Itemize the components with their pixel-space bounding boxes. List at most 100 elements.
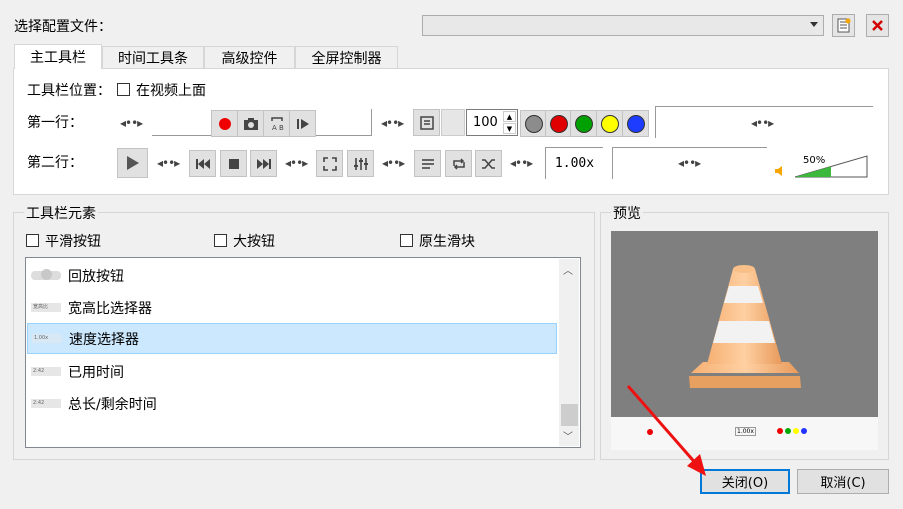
- blue-circle-icon: [801, 428, 807, 434]
- list-scrollbar[interactable]: ︿ ﹀: [559, 259, 579, 446]
- yellow-circle-icon: [793, 428, 799, 434]
- chevron-down-icon[interactable]: ﹀: [563, 428, 573, 443]
- camera-icon: [243, 117, 258, 130]
- playlist-button[interactable]: [413, 109, 440, 136]
- speed-selector[interactable]: 1.00x: [545, 147, 603, 179]
- green-circle-icon: [574, 114, 593, 133]
- list-item-label: 总长/剩余时间: [68, 396, 157, 413]
- green-circle-icon: [785, 428, 791, 434]
- tab-label: 高级控件: [221, 50, 278, 67]
- record-button[interactable]: [211, 110, 238, 137]
- spacer-icon[interactable]: ◂••▸: [382, 156, 405, 170]
- loop-button[interactable]: [445, 150, 472, 177]
- list-item-label: 宽高比选择器: [68, 300, 152, 317]
- shuffle-icon: [481, 158, 495, 169]
- seek-thumb-icon: [31, 269, 61, 280]
- equalizer-icon: [353, 157, 368, 170]
- delete-profile-button[interactable]: [866, 14, 889, 37]
- list-item[interactable]: 1.00x 速度选择器: [27, 323, 557, 354]
- repeat-icon: [452, 157, 465, 170]
- tab-label: 全屏控制器: [311, 50, 382, 67]
- list-icon: [421, 158, 434, 169]
- profile-label: 选择配置文件：: [14, 19, 112, 35]
- tab-main-toolbar[interactable]: 主工具栏: [14, 44, 102, 69]
- green-button[interactable]: [570, 110, 597, 137]
- play-icon: [126, 156, 139, 170]
- snapshot-button[interactable]: [237, 110, 264, 137]
- list-item-label: 回放按钮: [68, 268, 124, 285]
- preview-mini-speed: 1.00x: [735, 427, 756, 436]
- speed-thumb: 1.00x: [32, 334, 62, 343]
- shuffle-button[interactable]: [475, 150, 502, 177]
- tab-fullscreen-controller[interactable]: 全屏控制器: [295, 46, 398, 68]
- smooth-buttons-checkbox[interactable]: [26, 234, 39, 247]
- chevron-up-icon[interactable]: ︿: [563, 262, 573, 277]
- skip-back-icon: [195, 158, 210, 169]
- frame-by-frame-button[interactable]: [289, 110, 316, 137]
- big-buttons-checkbox[interactable]: [214, 234, 227, 247]
- fullscreen-button[interactable]: [316, 150, 343, 177]
- native-slider-label: 原生滑块: [419, 234, 475, 250]
- above-video-checkbox[interactable]: [117, 83, 130, 96]
- toolbar-elements-list[interactable]: 回放按钮 宽高比 宽高比选择器 1.00x 速度选择器 2:42 已用时间 2:…: [25, 257, 581, 448]
- tab-advanced-controls[interactable]: 高级控件: [204, 46, 295, 68]
- list-item[interactable]: 2:42 总长/剩余时间: [27, 388, 557, 419]
- spin-down-icon[interactable]: ▼: [503, 123, 516, 134]
- speed-value: 1.00x: [554, 156, 595, 171]
- expand-spacer-icon[interactable]: ◂••▸: [751, 116, 774, 130]
- playlist-toggle-button[interactable]: [414, 150, 441, 177]
- elapsed-time-thumb: 2:42: [31, 367, 61, 376]
- frame-step-icon: [296, 118, 309, 129]
- expand-spacer-icon[interactable]: ◂••▸: [120, 116, 143, 130]
- spacer-icon[interactable]: ◂••▸: [285, 156, 308, 170]
- stop-button[interactable]: [220, 150, 247, 177]
- blue-button[interactable]: [622, 110, 649, 137]
- list-item[interactable]: 宽高比 宽高比选择器: [27, 292, 557, 323]
- cancel-button[interactable]: 取消(C): [797, 469, 889, 494]
- total-time-thumb: 2:42: [31, 399, 61, 408]
- stop-icon: [228, 158, 239, 169]
- ab-loop-icon: A B: [270, 116, 284, 132]
- play-button[interactable]: [117, 148, 148, 178]
- list-item-label: 已用时间: [68, 364, 124, 381]
- spacer-icon[interactable]: ◂••▸: [157, 156, 180, 170]
- ab-loop-button[interactable]: A B: [263, 110, 290, 137]
- extended-settings-button[interactable]: [347, 150, 374, 177]
- document-list-icon: [837, 18, 851, 33]
- native-slider-checkbox[interactable]: [400, 234, 413, 247]
- empty-slot[interactable]: [441, 109, 465, 136]
- spin-up-icon[interactable]: ▲: [503, 111, 516, 122]
- spinbox-value: 100: [473, 115, 498, 130]
- expand-spacer-icon[interactable]: ◂••▸: [381, 116, 404, 130]
- new-profile-button[interactable]: [832, 14, 855, 37]
- blue-circle-icon: [626, 114, 645, 133]
- volume-spinbox[interactable]: 100 ▲ ▼: [466, 109, 518, 136]
- list-item[interactable]: 2:42 已用时间: [27, 356, 557, 387]
- row2-label: 第二行：: [27, 155, 83, 171]
- next-button[interactable]: [250, 150, 277, 177]
- gray-button[interactable]: [520, 110, 547, 137]
- toolbar-position-label: 工具栏位置：: [27, 83, 111, 99]
- gray-circle-icon: [524, 114, 543, 133]
- scrollbar-thumb[interactable]: [561, 404, 578, 426]
- yellow-button[interactable]: [596, 110, 623, 137]
- close-button-label: 关闭(O): [721, 476, 769, 491]
- red-button[interactable]: [545, 110, 572, 137]
- list-item[interactable]: 回放按钮: [27, 260, 557, 291]
- tab-label: 时间工具条: [118, 50, 188, 67]
- fullscreen-icon: [322, 156, 337, 171]
- tab-label: 主工具栏: [30, 50, 86, 66]
- aspect-ratio-thumb: 宽高比: [31, 303, 61, 312]
- chevron-down-icon: [810, 22, 818, 27]
- record-icon: [218, 117, 231, 130]
- tab-time-toolbar[interactable]: 时间工具条: [102, 46, 204, 68]
- spacer-icon[interactable]: ◂••▸: [510, 156, 533, 170]
- profile-dropdown[interactable]: [422, 15, 824, 36]
- speaker-icon[interactable]: [774, 165, 786, 181]
- smooth-buttons-label: 平滑按钮: [45, 234, 101, 250]
- volume-slider[interactable]: [794, 155, 868, 183]
- cancel-button-label: 取消(C): [820, 476, 866, 491]
- toolbar-elements-title: 工具栏元素: [24, 203, 98, 223]
- expand-spacer-icon[interactable]: ◂••▸: [678, 156, 701, 170]
- previous-button[interactable]: [189, 150, 216, 177]
